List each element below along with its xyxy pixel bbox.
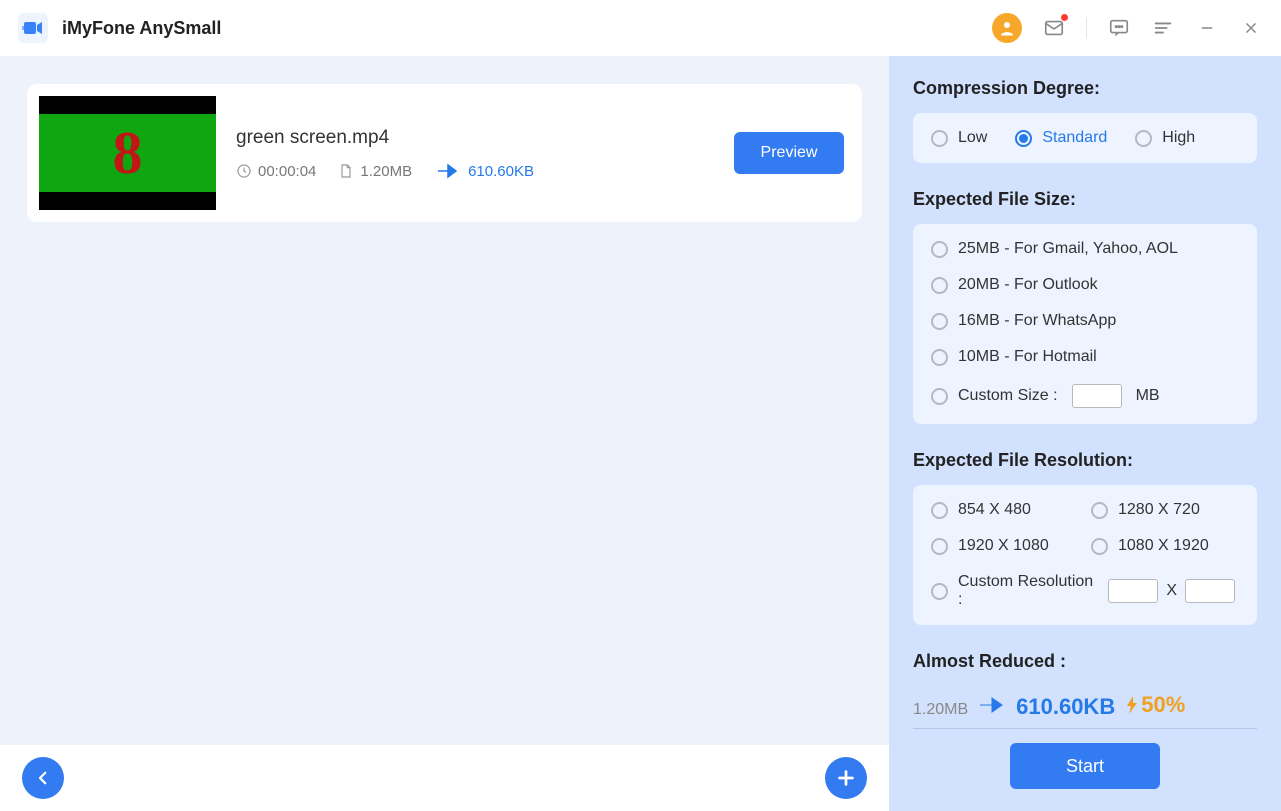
res-1920x1080[interactable]: 1920 X 1080 — [931, 537, 1091, 555]
size-option-20mb[interactable]: 20MB - For Outlook — [931, 276, 1239, 294]
size-option-16mb[interactable]: 16MB - For WhatsApp — [931, 312, 1239, 330]
compression-low[interactable]: Low — [931, 129, 987, 147]
video-duration: 00:00:04 — [236, 163, 316, 180]
video-thumbnail: 8 — [39, 96, 216, 210]
start-button[interactable]: Start — [1010, 743, 1160, 789]
reduced-to: 610.60KB — [1016, 694, 1115, 720]
thumb-content: 8 — [39, 114, 216, 192]
reduced-from: 1.20MB — [913, 701, 968, 719]
size-option-25mb[interactable]: 25MB - For Gmail, Yahoo, AOL — [931, 240, 1239, 258]
titlebar-divider — [1086, 17, 1087, 39]
expected-size-title: Expected File Size: — [913, 189, 1257, 210]
user-avatar-icon[interactable] — [992, 13, 1022, 43]
custom-res-height[interactable] — [1185, 579, 1235, 603]
res-1080x1920[interactable]: 1080 X 1920 — [1091, 537, 1239, 555]
size-option-10mb[interactable]: 10MB - For Hotmail — [931, 348, 1239, 366]
plus-icon — [835, 767, 857, 789]
menu-icon[interactable] — [1151, 16, 1175, 40]
video-filename: green screen.mp4 — [236, 127, 714, 149]
res-1280x720[interactable]: 1280 X 720 — [1091, 501, 1239, 519]
resolution-options: 854 X 480 1280 X 720 1920 X 1080 1080 X … — [913, 485, 1257, 625]
custom-res-width[interactable] — [1108, 579, 1158, 603]
bottom-toolbar — [0, 745, 889, 811]
file-list-panel: 8 green screen.mp4 00:00:04 1.20MB 610. — [0, 56, 889, 811]
add-file-button[interactable] — [825, 757, 867, 799]
back-button[interactable] — [22, 757, 64, 799]
resolution-title: Expected File Resolution: — [913, 450, 1257, 471]
output-size: 610.60KB — [434, 163, 534, 180]
compression-options: Low Standard High — [913, 113, 1257, 163]
titlebar: iMyFone AnySmall — [0, 0, 1281, 56]
minimize-button[interactable] — [1195, 16, 1219, 40]
compression-high[interactable]: High — [1135, 129, 1195, 147]
mail-icon[interactable] — [1042, 16, 1066, 40]
reduced-summary: 1.20MB 610.60KB 50% — [913, 692, 1257, 729]
bolt-icon — [1125, 696, 1139, 714]
custom-size-input[interactable] — [1072, 384, 1122, 408]
close-button[interactable] — [1239, 16, 1263, 40]
compression-title: Compression Degree: — [913, 78, 1257, 99]
arrow-right-icon — [978, 696, 1006, 714]
mail-notification-dot — [1061, 14, 1068, 21]
video-card: 8 green screen.mp4 00:00:04 1.20MB 610. — [27, 84, 862, 222]
res-854x480[interactable]: 854 X 480 — [931, 501, 1091, 519]
app-title: iMyFone AnySmall — [62, 18, 221, 39]
reduced-title: Almost Reduced : — [913, 651, 1257, 672]
titlebar-actions — [992, 13, 1263, 43]
size-option-custom[interactable]: Custom Size : MB — [931, 384, 1239, 408]
expected-size-options: 25MB - For Gmail, Yahoo, AOL 20MB - For … — [913, 224, 1257, 424]
settings-panel: Compression Degree: Low Standard High Ex… — [889, 56, 1281, 811]
app-icon — [18, 13, 48, 43]
chevron-left-icon — [34, 769, 52, 787]
clock-icon — [236, 163, 252, 179]
arrow-right-icon — [436, 163, 460, 179]
feedback-icon[interactable] — [1107, 16, 1131, 40]
reduced-pct: 50% — [1125, 692, 1185, 718]
compression-standard[interactable]: Standard — [1015, 129, 1107, 147]
res-custom[interactable]: Custom Resolution : X — [931, 573, 1239, 609]
file-icon — [338, 163, 354, 179]
video-size: 1.20MB — [338, 163, 412, 180]
preview-button[interactable]: Preview — [734, 132, 844, 174]
